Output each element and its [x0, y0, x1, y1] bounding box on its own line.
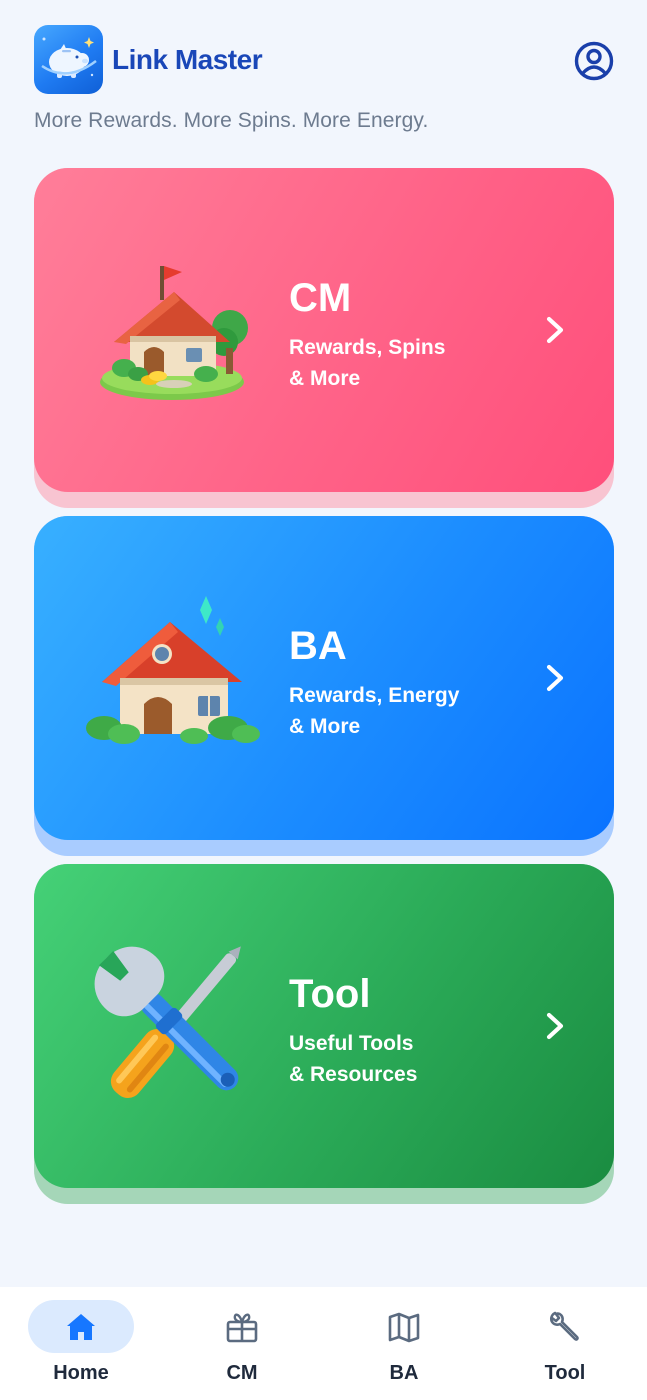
cm-card[interactable]: CM Rewards, Spins & More — [34, 168, 614, 508]
cm-card-subtitle: Rewards, Spins & More — [289, 332, 509, 394]
ba-card-face: BA Rewards, Energy & More — [34, 516, 614, 840]
tool-card-title: Tool — [289, 972, 371, 1016]
ba-card-subtitle: Rewards, Energy & More — [289, 680, 509, 742]
ba-card[interactable]: BA Rewards, Energy & More — [34, 516, 614, 856]
user-circle-icon — [574, 41, 614, 81]
nav-item-home[interactable]: Home — [12, 1287, 152, 1400]
cottage-house-icon — [100, 266, 248, 400]
tool-card-face: Tool Useful Tools & Resources — [34, 864, 614, 1188]
chevron-right-icon — [546, 1012, 564, 1040]
chevron-right-icon — [546, 316, 564, 344]
bottom-nav: Home CM BA Tool — [0, 1287, 647, 1400]
tool-card-subtitle-line1: Useful Tools — [289, 1032, 414, 1055]
cm-card-title: CM — [289, 276, 352, 320]
home-icon — [67, 1314, 95, 1340]
app-logo — [34, 25, 103, 94]
wrench-screwdriver-icon — [94, 946, 241, 1098]
cm-card-face: CM Rewards, Spins & More — [34, 168, 614, 492]
profile-button[interactable] — [574, 41, 614, 81]
nav-item-tool[interactable]: Tool — [496, 1287, 636, 1400]
cm-card-subtitle-line1: Rewards, Spins — [289, 336, 446, 359]
nav-label-ba: BA — [389, 1362, 419, 1384]
wrench-icon — [549, 1311, 579, 1341]
tool-card-subtitle-line2: & Resources — [289, 1063, 418, 1086]
tool-card[interactable]: Tool Useful Tools & Resources — [34, 864, 614, 1204]
house-icon — [86, 596, 260, 744]
nav-label-cm: CM — [226, 1362, 258, 1384]
tagline: More Rewards. More Spins. More Energy. — [34, 109, 429, 132]
nav-item-cm[interactable]: CM — [173, 1287, 313, 1400]
app-root: Link Master More Rewards. More Spins. Mo… — [0, 0, 647, 1400]
ba-card-subtitle-line1: Rewards, Energy — [289, 684, 460, 707]
gift-icon — [226, 1313, 258, 1343]
chevron-right-icon — [546, 664, 564, 692]
map-icon — [388, 1312, 420, 1343]
nav-item-ba[interactable]: BA — [335, 1287, 475, 1400]
cm-card-subtitle-line2: & More — [289, 367, 361, 390]
nav-label-tool: Tool — [544, 1362, 586, 1384]
tool-card-subtitle: Useful Tools & Resources — [289, 1028, 509, 1090]
app-title: Link Master — [112, 44, 263, 75]
ba-card-subtitle-line2: & More — [289, 715, 361, 738]
ba-card-title: BA — [289, 624, 347, 668]
nav-label-home: Home — [53, 1362, 109, 1384]
piggy-bank-icon — [41, 37, 97, 78]
header: Link Master — [34, 25, 614, 95]
